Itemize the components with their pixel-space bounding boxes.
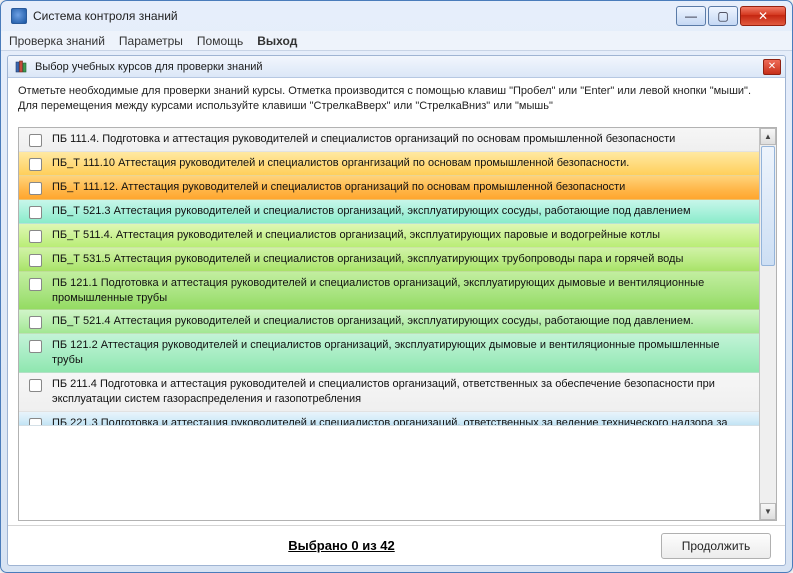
app-icon [11, 8, 27, 24]
course-checkbox[interactable] [29, 182, 42, 195]
scroll-thumb[interactable] [761, 146, 775, 266]
books-icon [14, 59, 30, 75]
window-frame: Система контроля знаний — ▢ ✕ Проверка з… [0, 0, 793, 573]
course-row[interactable]: ПБ 111.4. Подготовка и аттестация руково… [19, 128, 759, 152]
continue-button[interactable]: Продолжить [661, 533, 771, 559]
course-label: ПБ 111.4. Подготовка и аттестация руково… [52, 132, 753, 147]
scroll-down-button[interactable]: ▼ [760, 503, 776, 520]
menu-check-knowledge[interactable]: Проверка знаний [9, 34, 105, 48]
course-checkbox[interactable] [29, 134, 42, 147]
course-label: ПБ_Т 511.4. Аттестация руководителей и с… [52, 228, 753, 243]
course-label: ПБ_Т 521.3 Аттестация руководителей и сп… [52, 204, 753, 219]
course-row[interactable]: ПБ_Т 531.5 Аттестация руководителей и сп… [19, 248, 759, 272]
menu-bar: Проверка знаний Параметры Помощь Выход [1, 31, 792, 51]
course-row[interactable]: ПБ_Т 111.10 Аттестация руководителей и с… [19, 152, 759, 176]
instructions: Отметьте необходимые для проверки знаний… [8, 78, 785, 123]
course-label: ПБ_Т 521.4 Аттестация руководителей и сп… [52, 314, 753, 329]
footer-bar: Выбрано 0 из 42 Продолжить [8, 525, 785, 565]
close-button[interactable]: ✕ [740, 6, 786, 26]
course-row[interactable]: ПБ_Т 511.4. Аттестация руководителей и с… [19, 224, 759, 248]
course-checkbox[interactable] [29, 230, 42, 243]
course-checkbox[interactable] [29, 316, 42, 329]
course-list: ПБ 111.4. Подготовка и аттестация руково… [19, 128, 759, 520]
menu-exit[interactable]: Выход [257, 34, 297, 48]
maximize-button[interactable]: ▢ [708, 6, 738, 26]
course-label: ПБ 211.4 Подготовка и аттестация руковод… [52, 377, 753, 407]
panel-title-bar: Выбор учебных курсов для проверки знаний… [8, 56, 785, 78]
course-row[interactable]: ПБ 211.4 Подготовка и аттестация руковод… [19, 373, 759, 412]
course-checkbox[interactable] [29, 340, 42, 353]
course-label: ПБ_Т 111.12. Аттестация руководителей и … [52, 180, 753, 195]
selection-count: Выбрано 0 из 42 [22, 538, 661, 553]
panel-close-button[interactable]: ✕ [763, 59, 781, 75]
course-checkbox[interactable] [29, 379, 42, 392]
scroll-track[interactable] [760, 267, 776, 503]
course-row[interactable]: ПБ 121.2 Аттестация руководителей и спец… [19, 334, 759, 373]
course-row[interactable]: ПБ_Т 521.4 Аттестация руководителей и сп… [19, 310, 759, 334]
course-checkbox[interactable] [29, 158, 42, 171]
course-label: ПБ 221.3 Подготовка и аттестация руковод… [52, 416, 753, 426]
title-bar[interactable]: Система контроля знаний — ▢ ✕ [1, 1, 792, 31]
window-title: Система контроля знаний [33, 9, 674, 23]
content-panel: Выбор учебных курсов для проверки знаний… [7, 55, 786, 566]
instruction-line-2: Для перемещения между курсами используйт… [18, 99, 775, 114]
instruction-line-1: Отметьте необходимые для проверки знаний… [18, 84, 775, 99]
course-checkbox[interactable] [29, 206, 42, 219]
menu-parameters[interactable]: Параметры [119, 34, 183, 48]
course-label: ПБ_Т 111.10 Аттестация руководителей и с… [52, 156, 753, 171]
course-label: ПБ_Т 531.5 Аттестация руководителей и сп… [52, 252, 753, 267]
course-row[interactable]: ПБ_Т 521.3 Аттестация руководителей и сп… [19, 200, 759, 224]
course-label: ПБ 121.2 Аттестация руководителей и спец… [52, 338, 753, 368]
menu-help[interactable]: Помощь [197, 34, 243, 48]
course-checkbox[interactable] [29, 278, 42, 291]
course-list-container: ПБ 111.4. Подготовка и аттестация руково… [18, 127, 777, 521]
course-checkbox[interactable] [29, 418, 42, 426]
minimize-button[interactable]: — [676, 6, 706, 26]
course-row[interactable]: ПБ 121.1 Подготовка и аттестация руковод… [19, 272, 759, 311]
course-checkbox[interactable] [29, 254, 42, 267]
panel-title: Выбор учебных курсов для проверки знаний [35, 61, 263, 73]
scrollbar[interactable]: ▲ ▼ [759, 128, 776, 520]
course-row[interactable]: ПБ 221.3 Подготовка и аттестация руковод… [19, 412, 759, 426]
scroll-up-button[interactable]: ▲ [760, 128, 776, 145]
course-row[interactable]: ПБ_Т 111.12. Аттестация руководителей и … [19, 176, 759, 200]
course-label: ПБ 121.1 Подготовка и аттестация руковод… [52, 276, 753, 306]
